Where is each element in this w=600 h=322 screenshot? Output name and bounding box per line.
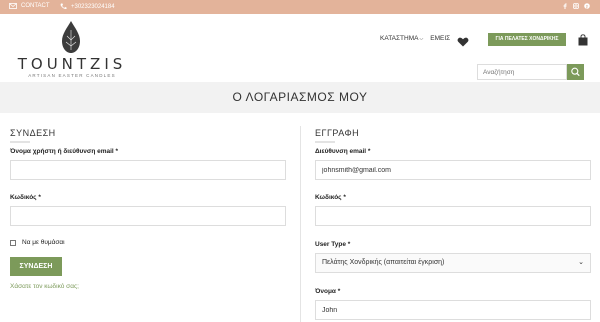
column-divider <box>300 126 301 322</box>
register-password-field[interactable] <box>315 206 591 226</box>
lost-password-link[interactable]: Χάσατε τον κωδικό σας; <box>10 283 79 290</box>
instagram-icon[interactable] <box>573 3 579 9</box>
chevron-down-icon: ⌵ <box>419 36 424 42</box>
login-password-field[interactable] <box>10 206 286 226</box>
page-title: Ο ΛΟΓΑΡΙΑΣΜΟΣ ΜΟΥ <box>232 90 368 104</box>
site-header: TOUNTZIS ARTISAN EASTER CANDLES ΚΑΤΑΣΤΗΜ… <box>0 14 600 82</box>
first-name-field[interactable] <box>315 300 591 320</box>
remember-me[interactable]: Να με θυμάσαι <box>10 239 65 246</box>
top-bar: CONTACT +302323024184 p <box>0 0 600 14</box>
remember-me-label: Να με θυμάσαι <box>22 239 65 246</box>
pinterest-icon[interactable]: p <box>584 3 590 9</box>
first-name-label: Όνομα * <box>315 288 341 295</box>
nav-item-about[interactable]: ΕΜΕΙΣ <box>430 35 450 42</box>
user-type-value: Πελάτης Χονδρικής (απαιτείται έγκριση) <box>322 259 445 266</box>
chevron-down-icon: ⌄ <box>578 259 584 266</box>
main-nav: ΚΑΤΑΣΤΗΜΑ⌵ ΕΜΕΙΣ <box>380 35 450 42</box>
register-heading-underline <box>315 141 335 143</box>
login-heading-underline <box>10 141 30 143</box>
login-password-label: Κωδικός * <box>10 194 41 201</box>
login-heading: ΣΥΝΔΕΣΗ <box>10 128 56 138</box>
search-input[interactable] <box>477 64 567 80</box>
wholesale-customers-button[interactable]: ΓΙΑ ΠΕΛΑΤΕΣ ΧΟΝΔΡΙΚΗΣ <box>488 33 566 46</box>
mail-icon <box>9 3 17 9</box>
login-button[interactable]: ΣΥΝΔΕΣΗ <box>10 257 62 276</box>
logo-drop-icon[interactable] <box>58 20 84 54</box>
cart-bag-icon[interactable] <box>578 33 588 46</box>
register-email-label: Διεύθυνση email * <box>315 148 371 155</box>
brand-tagline: ARTISAN EASTER CANDLES <box>28 73 116 78</box>
username-field[interactable] <box>10 160 286 180</box>
page-title-band: Ο ΛΟΓΑΡΙΑΣΜΟΣ ΜΟΥ <box>0 82 600 113</box>
wishlist-heart-icon[interactable] <box>457 34 469 47</box>
user-type-select[interactable]: Πελάτης Χονδρικής (απαιτείται έγκριση) ⌄ <box>315 253 591 273</box>
phone-link[interactable]: +302323024184 <box>60 3 115 10</box>
register-password-label: Κωδικός * <box>315 194 346 201</box>
user-type-label: User Type * <box>315 241 351 248</box>
register-heading: ΕΓΓΡΑΦΗ <box>315 128 360 138</box>
nav-item-shop[interactable]: ΚΑΤΑΣΤΗΜΑ⌵ <box>380 35 423 42</box>
register-email-field[interactable] <box>315 160 591 180</box>
remember-me-checkbox[interactable] <box>10 239 16 246</box>
facebook-icon[interactable] <box>562 3 568 9</box>
search-button[interactable] <box>567 64 584 80</box>
nav-item-shop-label: ΚΑΤΑΣΤΗΜΑ <box>380 35 419 42</box>
brand-name[interactable]: TOUNTZIS <box>10 55 134 73</box>
phone-icon <box>60 3 67 10</box>
phone-number: +302323024184 <box>71 3 115 10</box>
contact-link[interactable]: CONTACT <box>9 3 50 9</box>
social-links: p <box>562 3 590 9</box>
search-icon <box>571 67 580 77</box>
username-label: Όνομα χρήστη ή διεύθυνση email * <box>10 148 119 155</box>
contact-label: CONTACT <box>21 3 50 9</box>
